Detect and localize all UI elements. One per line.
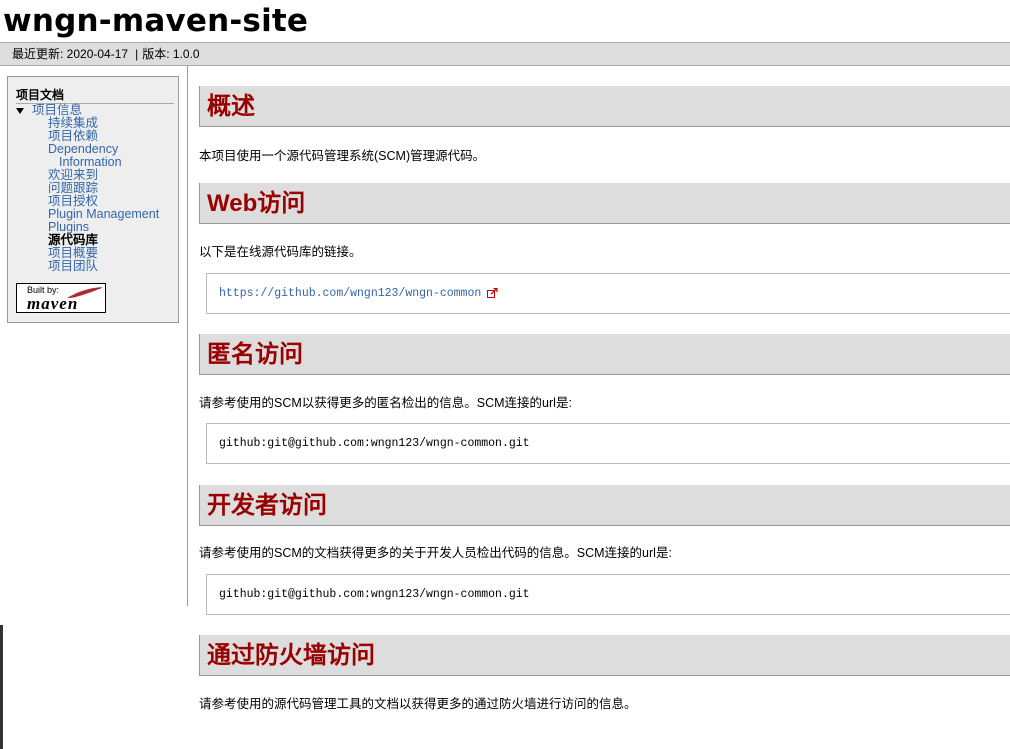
section-title-developer-access: 开发者访问	[199, 485, 1010, 526]
navigation-box: 项目文档 项目信息 持续集成 项目依赖 Dependency Informati…	[7, 76, 179, 323]
section-title-anonymous-access: 匿名访问	[199, 334, 1010, 375]
banner: wngn-maven-site	[0, 0, 1010, 42]
section-title-overview: 概述	[199, 86, 1010, 127]
web-access-text: 以下是在线源代码库的链接。	[199, 245, 362, 259]
source-box-developer-url: github:git@github.com:wngn123/wngn-commo…	[206, 574, 1010, 615]
nav-item-project-info[interactable]: 项目信息	[16, 104, 181, 117]
nav-item-welcome[interactable]: 欢迎来到	[16, 169, 181, 182]
last-published: 最近更新: 2020-04-17	[12, 47, 129, 61]
nav-item-dependency-info[interactable]: Dependency Information	[16, 143, 181, 169]
left-column: 项目文档 项目信息 持续集成 项目依赖 Dependency Informati…	[0, 66, 188, 606]
source-box-anonymous-url: github:git@github.com:wngn123/wngn-commo…	[206, 423, 1010, 464]
triangle-down-icon	[16, 108, 24, 114]
nav-item-source-repository: 源代码库	[48, 233, 99, 247]
anonymous-access-text: 请参考使用的SCM以获得更多的匿名检出的信息。SCM连接的url是:	[199, 396, 572, 410]
nav-heading: 项目文档	[16, 87, 174, 104]
firewall-access-text: 请参考使用的源代码管理工具的文档以获得更多的通过防火墙进行访问的信息。	[199, 697, 637, 711]
built-by-maven-badge[interactable]: Built by: maven	[16, 283, 106, 313]
breadcrumb-separator: |	[135, 47, 139, 61]
nav-item-plugins[interactable]: Plugins	[16, 221, 181, 234]
breadcrumb-bar: 最近更新: 2020-04-17 | 版本: 1.0.0	[0, 42, 1010, 66]
section-title-firewall-access: 通过防火墙访问	[199, 635, 1010, 676]
nav-item-plugin-management[interactable]: Plugin Management	[16, 208, 181, 221]
nav-item-project-team[interactable]: 项目团队	[16, 260, 181, 273]
nav-item-project-summary[interactable]: 项目概要	[16, 247, 181, 260]
section-title-web-access: Web访问	[199, 183, 1010, 224]
project-version: 版本: 1.0.0	[142, 47, 200, 61]
external-link-icon[interactable]	[487, 287, 498, 298]
nav-item-label: Dependency	[48, 142, 119, 156]
overview-text: 本项目使用一个源代码管理系统(SCM)管理源代码。	[199, 149, 486, 163]
maven-feather-icon	[67, 287, 103, 298]
repository-link[interactable]: https://github.com/wngn123/wngn-common	[219, 287, 481, 300]
nav-list: 项目信息 持续集成 项目依赖 Dependency Information 欢迎…	[16, 104, 181, 273]
source-box-web-url: https://github.com/wngn123/wngn-common	[206, 273, 1010, 314]
nav-item-issue-tracking[interactable]: 问题跟踪	[16, 182, 181, 195]
site-title[interactable]: wngn-maven-site	[3, 2, 308, 40]
nav-item-ci[interactable]: 持续集成	[16, 117, 181, 130]
window-edge	[0, 625, 3, 749]
nav-item-label: 项目信息	[32, 103, 83, 117]
developer-access-text: 请参考使用的SCM的文档获得更多的关于开发人员检出代码的信息。SCM连接的url…	[199, 546, 672, 560]
